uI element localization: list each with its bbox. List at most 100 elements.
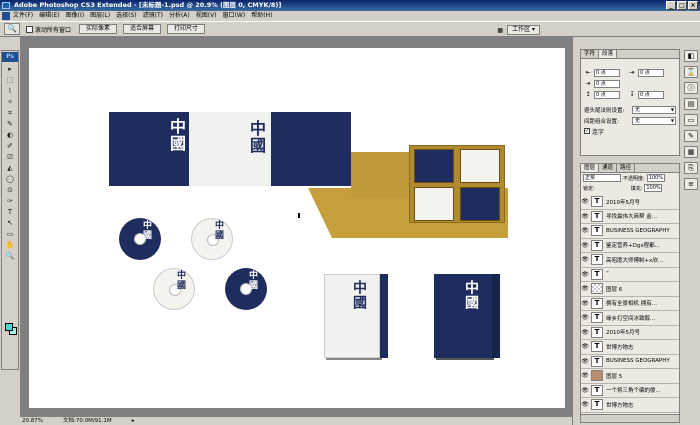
layer-row[interactable]: 👁 T 世博方物志 — [581, 398, 679, 413]
visibility-eye-icon[interactable]: 👁 — [581, 387, 589, 394]
lasso-tool-icon[interactable]: ⌇ — [2, 86, 18, 96]
layer-row[interactable]: 👁 图层 6 — [581, 282, 679, 297]
brushes-panel-icon[interactable]: ✎ — [684, 130, 698, 142]
navigator-panel-icon[interactable]: ◧ — [684, 50, 698, 62]
zoom-tool-icon[interactable]: 🔍 — [4, 23, 20, 35]
layer-row[interactable]: 👁 T BUSINESS GEOGRAPHY — [581, 224, 679, 239]
styles-panel-icon[interactable]: ▭ — [684, 114, 698, 126]
visibility-eye-icon[interactable]: 👁 — [581, 285, 589, 292]
magic-wand-tool-icon[interactable]: ✧ — [2, 97, 18, 107]
clone-source-panel-icon[interactable]: ⎘ — [684, 162, 698, 174]
menu-analysis[interactable]: 分析(A) — [169, 11, 190, 21]
tool-presets-panel-icon[interactable]: ▦ — [684, 146, 698, 158]
actual-pixels-button[interactable]: 实际像素 — [79, 24, 118, 34]
visibility-eye-icon[interactable]: 👁 — [581, 358, 589, 365]
visibility-eye-icon[interactable]: 👁 — [581, 300, 589, 307]
minimize-button[interactable]: _ — [666, 1, 676, 10]
first-line-indent-field[interactable]: 0 点 — [594, 79, 620, 88]
fill-field[interactable]: 100% — [644, 184, 663, 192]
layer-row[interactable]: 👁 T 拥有全景相机 拥有... — [581, 296, 679, 311]
kinsoku-select[interactable]: 无 — [632, 105, 676, 114]
indent-right-field[interactable]: 0 点 — [638, 68, 664, 77]
menu-view[interactable]: 视图(V) — [196, 11, 217, 21]
visibility-eye-icon[interactable]: 👁 — [581, 227, 589, 234]
layer-row[interactable]: 👁 T “ — [581, 267, 679, 282]
blend-mode-select[interactable]: 正常 — [583, 174, 621, 182]
dodge-tool-icon[interactable]: ⊙ — [2, 185, 18, 195]
menu-select[interactable]: 选择(S) — [116, 11, 137, 21]
swatches-panel-icon[interactable]: ▤ — [684, 98, 698, 110]
menu-image[interactable]: 图像(I) — [66, 11, 84, 21]
foreground-color-swatch[interactable] — [5, 323, 13, 331]
mojikumi-select[interactable]: 无 — [632, 116, 676, 125]
menu-file[interactable]: 文件(F) — [13, 11, 33, 21]
visibility-eye-icon[interactable]: 👁 — [581, 329, 589, 336]
menu-bar: 文件(F) 编辑(E) 图像(I) 图层(L) 选择(S) 滤镜(T) 分析(A… — [0, 11, 700, 21]
indent-left-field[interactable]: 0 点 — [594, 68, 620, 77]
eraser-tool-icon[interactable]: ⎚ — [2, 152, 18, 162]
menu-layer[interactable]: 图层(L) — [90, 11, 110, 21]
gradient-tool-icon[interactable]: ◭ — [2, 163, 18, 173]
status-menu-arrow-icon[interactable]: ▸ — [130, 417, 135, 425]
print-size-button[interactable]: 打印尺寸 — [167, 24, 206, 34]
visibility-eye-icon[interactable]: 👁 — [581, 343, 589, 350]
visibility-eye-icon[interactable]: 👁 — [581, 213, 589, 220]
zoom-tool-small-icon[interactable]: 🔍 — [2, 251, 18, 261]
menu-window[interactable]: 窗口(W) — [223, 11, 246, 21]
brush-tool-icon[interactable]: ✎ — [2, 119, 18, 129]
stamp-tool-icon[interactable]: ◐ — [2, 130, 18, 140]
workspace-button[interactable]: 工作区 ▾ — [507, 25, 540, 35]
canvas[interactable]: 中國 中國 中國 中國 中國 中國 中國 中國 — [29, 48, 565, 408]
zoom-level[interactable]: 20.87% — [20, 417, 43, 425]
visibility-eye-icon[interactable]: 👁 — [581, 256, 589, 263]
history-brush-tool-icon[interactable]: ✐ — [2, 141, 18, 151]
visibility-eye-icon[interactable]: 👁 — [581, 271, 589, 278]
visibility-eye-icon[interactable]: 👁 — [581, 314, 589, 321]
visibility-eye-icon[interactable]: 👁 — [581, 372, 589, 379]
history-panel-icon[interactable]: ⌛ — [684, 66, 698, 78]
layer-name: “ — [606, 271, 609, 278]
menu-edit[interactable]: 编辑(E) — [39, 11, 59, 21]
space-before-field[interactable]: 0 点 — [594, 90, 620, 99]
info-panel-icon[interactable]: ⓘ — [684, 82, 698, 94]
tab-channels[interactable]: 通道 — [599, 164, 618, 172]
close-button[interactable]: × — [688, 1, 698, 10]
menu-filter[interactable]: 滤镜(T) — [143, 11, 163, 21]
scroll-all-checkbox[interactable] — [26, 25, 33, 33]
layer-row[interactable]: 👁 T 缘乡打空间冰致醇... — [581, 311, 679, 326]
visibility-eye-icon[interactable]: 👁 — [581, 401, 589, 408]
actions-panel-icon[interactable]: ≡ — [684, 178, 698, 190]
layer-row[interactable]: 👁 T 寻找最伟大商帮 金... — [581, 209, 679, 224]
move-tool-icon[interactable]: ▸ — [2, 64, 18, 74]
tab-layers[interactable]: 图层 — [581, 164, 600, 172]
tab-paths[interactable]: 路径 — [617, 164, 636, 172]
hyphenate-checkbox[interactable]: ✓ — [584, 128, 590, 134]
pen-tool-icon[interactable]: ✑ — [2, 196, 18, 206]
layer-row[interactable]: 👁 T 世博方物志 — [581, 340, 679, 355]
visibility-eye-icon[interactable]: 👁 — [581, 198, 589, 205]
layers-panel: 图层 通道 路径 正常 不透明度: 100% 锁定: 填充: 100% 👁 T 20… — [580, 163, 680, 423]
tab-paragraph[interactable]: 段落 — [599, 50, 618, 58]
vertical-scrollbar[interactable] — [572, 37, 576, 425]
path-select-tool-icon[interactable]: ↖ — [2, 218, 18, 228]
menu-help[interactable]: 帮助(H) — [251, 11, 272, 21]
maximize-button[interactable]: □ — [677, 1, 687, 10]
fit-screen-button[interactable]: 适合屏幕 — [123, 24, 162, 34]
layer-row[interactable]: 👁 T 高昭度大师傅制+x欣... — [581, 253, 679, 268]
type-tool-icon[interactable]: T — [2, 207, 18, 217]
layer-row[interactable]: 👁 图层 5 — [581, 369, 679, 384]
tab-character[interactable]: 字符 — [581, 50, 600, 58]
crop-tool-icon[interactable]: ⌗ — [2, 108, 18, 118]
layer-row[interactable]: 👁 T BUSINESS GEOGRAPHY — [581, 354, 679, 369]
shape-tool-icon[interactable]: ▭ — [2, 229, 18, 239]
layer-row[interactable]: 👁 T 鉴定营养+Dgx程都... — [581, 238, 679, 253]
opacity-field[interactable]: 100% — [646, 174, 665, 182]
layer-row[interactable]: 👁 T 一个将三角个编的傻... — [581, 383, 679, 398]
hand-tool-icon[interactable]: ✋ — [2, 240, 18, 250]
marquee-tool-icon[interactable]: ⬚ — [2, 75, 18, 85]
layer-row[interactable]: 👁 T 2010年5月号 — [581, 195, 679, 210]
space-after-field[interactable]: 0 点 — [638, 90, 664, 99]
blur-tool-icon[interactable]: ◯ — [2, 174, 18, 184]
visibility-eye-icon[interactable]: 👁 — [581, 242, 589, 249]
layer-row[interactable]: 👁 T 2010年5月号 — [581, 325, 679, 340]
